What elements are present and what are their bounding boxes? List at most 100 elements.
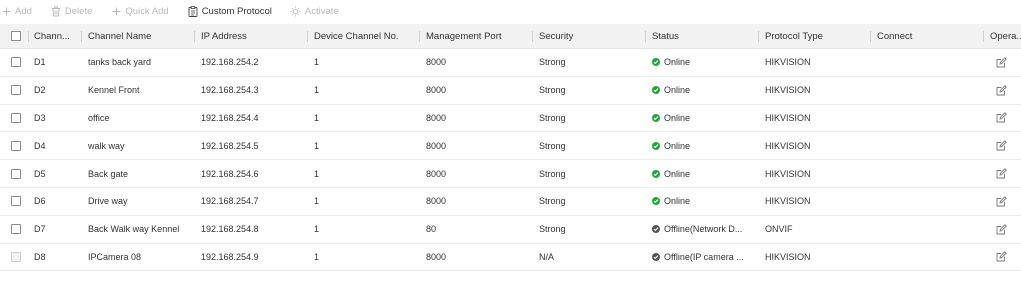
row-checkbox[interactable] (11, 57, 21, 68)
cell-management-port: 8000 (426, 112, 447, 123)
row-checkbox[interactable] (11, 224, 21, 235)
table-row[interactable]: D6 Drive way 192.168.254.7 1 8000 Strong Onlin… (0, 187, 1021, 216)
col-header-management-port[interactable]: Management Port (426, 24, 530, 48)
add-button[interactable]: Add (0, 0, 32, 22)
cell-channel-no: D5 (34, 168, 46, 179)
table-row[interactable]: D1 tanks back yard 192.168.254.2 1 8000 Stron… (0, 49, 1021, 77)
cell-operation (995, 132, 1007, 159)
add-label: Add (15, 5, 32, 17)
table-body: D1 tanks back yard 192.168.254.2 1 8000 Stron… (0, 49, 1021, 272)
edit-icon[interactable] (995, 251, 1007, 263)
cell-protocol-type: HIKVISION (765, 196, 811, 207)
row-checkbox[interactable] (11, 168, 21, 179)
edit-icon[interactable] (995, 168, 1007, 180)
cell-status: Offline(Network D... (652, 216, 750, 243)
quick-add-button[interactable]: Quick Add (110, 0, 169, 22)
cell-connect (877, 188, 981, 215)
cell-operation (995, 77, 1007, 104)
cell-status: Online (652, 77, 750, 104)
row-checkbox[interactable] (11, 140, 21, 151)
table-header: Chann... Channel Name IP Address Device … (0, 24, 1021, 49)
online-status-icon (652, 58, 660, 67)
status-text: Online (664, 140, 691, 151)
cell-protocol-type: HIKVISION (765, 112, 811, 123)
row-checkbox-cell (11, 244, 21, 271)
online-status-icon (652, 169, 660, 178)
edit-icon[interactable] (995, 84, 1007, 96)
table-row[interactable]: D4 walk way 192.168.254.5 1 8000 Strong Online… (0, 132, 1021, 161)
plus-icon (110, 5, 122, 17)
row-checkbox (11, 251, 21, 262)
cell-status: Online (652, 160, 750, 187)
column-divider (81, 31, 82, 42)
col-header-operation[interactable]: Opera... (990, 24, 1021, 48)
custom-protocol-button[interactable]: Custom Protocol (187, 0, 272, 22)
cell-ip-address: 192.168.254.6 (201, 168, 259, 179)
edit-icon[interactable] (995, 195, 1007, 207)
row-checkbox[interactable] (11, 196, 21, 207)
table-row[interactable]: D8 IPCamera 08 192.168.254.9 1 8000 N/A Offlin… (0, 243, 1021, 272)
online-status-icon (652, 141, 660, 150)
channel-table: Chann... Channel Name IP Address Device … (0, 24, 1021, 272)
activate-button[interactable]: Activate (290, 0, 339, 22)
status-text: Online (664, 57, 691, 68)
offline-status-icon (652, 252, 660, 261)
cell-status: Online (652, 132, 750, 159)
quick-add-label: Quick Add (125, 5, 169, 17)
cell-status: Online (652, 105, 750, 132)
cell-ip-address: 192.168.254.2 (201, 57, 259, 68)
cell-security: N/A (539, 251, 555, 262)
column-divider (419, 31, 420, 42)
cell-connect (877, 244, 981, 271)
cell-management-port: 8000 (426, 251, 447, 262)
col-header-status[interactable]: Status (652, 24, 756, 48)
cell-channel-name: Back gate (88, 168, 129, 179)
edit-icon[interactable] (995, 140, 1007, 152)
col-header-protocol-type[interactable]: Protocol Type (765, 24, 869, 48)
cell-device-channel-no: 1 (314, 140, 320, 151)
row-checkbox[interactable] (11, 112, 21, 123)
cell-ip-address: 192.168.254.4 (201, 112, 259, 123)
lightbulb-icon (290, 5, 302, 17)
cell-protocol-type: HIKVISION (765, 251, 811, 262)
col-header-connect[interactable]: Connect (877, 24, 981, 48)
col-header-device-channel-no[interactable]: Device Channel No. (314, 24, 418, 48)
cell-operation (995, 105, 1007, 132)
delete-button[interactable]: Delete (50, 0, 92, 22)
cell-management-port: 80 (426, 224, 437, 235)
online-status-icon (652, 113, 660, 122)
column-divider (983, 31, 984, 42)
row-checkbox[interactable] (11, 85, 21, 96)
status-text: Offline(Network D... (664, 224, 743, 235)
cell-operation (995, 216, 1007, 243)
cell-connect (877, 216, 981, 243)
status-text: Online (664, 112, 691, 123)
cell-management-port: 8000 (426, 168, 447, 179)
edit-icon[interactable] (995, 223, 1007, 235)
cell-channel-name: tanks back yard (88, 57, 152, 68)
table-row[interactable]: D2 Kennel Front 192.168.254.3 1 8000 Strong On… (0, 76, 1021, 105)
cell-channel-no: D4 (34, 140, 46, 151)
cell-protocol-type: HIKVISION (765, 85, 811, 96)
col-header-channel-no[interactable]: Chann... (34, 24, 80, 48)
edit-icon[interactable] (995, 112, 1007, 124)
cell-management-port: 8000 (426, 57, 447, 68)
cell-channel-no: D8 (34, 251, 46, 262)
col-header-channel-name[interactable]: Channel Name (88, 24, 192, 48)
cell-connect (877, 105, 981, 132)
table-row[interactable]: D5 Back gate 192.168.254.6 1 8000 Strong Onlin… (0, 160, 1021, 188)
cell-security: Strong (539, 85, 566, 96)
plus-icon (0, 5, 12, 17)
edit-icon[interactable] (995, 56, 1007, 68)
table-row[interactable]: D3 office 192.168.254.4 1 8000 Strong Online HI… (0, 104, 1021, 133)
status-text: Online (664, 168, 691, 179)
cell-channel-no: D1 (34, 57, 46, 68)
cell-channel-name: Drive way (88, 196, 128, 207)
table-row[interactable]: D7 Back Walk way Kennel 192.168.254.8 1 80 St… (0, 215, 1021, 244)
row-checkbox-cell (11, 49, 21, 76)
cell-device-channel-no: 1 (314, 168, 320, 179)
cell-channel-name: office (88, 112, 110, 123)
col-header-ip-address[interactable]: IP Address (201, 24, 305, 48)
col-header-security[interactable]: Security (539, 24, 643, 48)
select-all-checkbox[interactable] (11, 31, 21, 41)
